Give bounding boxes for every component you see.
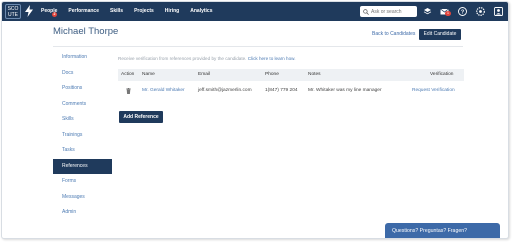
nav-item-label: Performance — [68, 8, 99, 14]
app-window: SCO UTE People 2 Performance Skills Proj… — [1, 1, 509, 239]
reference-phone: 1(847) 779 204 — [265, 88, 298, 93]
nav-item-projects[interactable]: Projects — [134, 2, 154, 21]
nav-item-analytics[interactable]: Analytics — [190, 2, 212, 21]
sidebar-item-admin[interactable]: Admin — [53, 205, 112, 221]
search-input[interactable] — [371, 8, 416, 15]
nav-item-performance[interactable]: Performance — [68, 2, 99, 21]
reference-email: jeff.smith@jazmerlin.com — [198, 88, 252, 93]
people-count-badge: 2 — [52, 12, 57, 17]
header-divider — [53, 46, 463, 47]
sidebar-item-references[interactable]: References — [53, 158, 112, 174]
learn-how-link[interactable]: Click here to learn how. — [248, 56, 296, 61]
sidebar-item-comments[interactable]: Comments — [53, 97, 112, 113]
svg-text:?: ? — [461, 9, 465, 15]
main-nav: People 2 Performance Skills Projects Hir… — [41, 2, 223, 21]
references-table-header: Action Name Email Phone Notes Verificati… — [118, 69, 464, 81]
nav-item-people[interactable]: People 2 — [41, 2, 57, 21]
top-navigation-bar: SCO UTE People 2 Performance Skills Proj… — [2, 2, 508, 21]
add-reference-button[interactable]: Add Reference — [119, 111, 163, 123]
support-chat-tab[interactable]: Questions? Preguntas? Fragen? — [385, 223, 500, 238]
app-logo[interactable]: SCO UTE — [5, 4, 21, 19]
sidebar-item-information[interactable]: Information — [53, 50, 112, 66]
nav-item-skills[interactable]: Skills — [110, 2, 123, 21]
references-info-text: Receive verification from references pro… — [118, 56, 295, 61]
nav-item-label: Skills — [109, 8, 124, 14]
info-text: Receive verification from references pro… — [118, 56, 248, 61]
nav-item-hiring[interactable]: Hiring — [165, 2, 179, 21]
column-header-verification: Verification — [430, 72, 454, 77]
trash-icon[interactable] — [126, 88, 131, 94]
sidebar-item-messages[interactable]: Messages — [53, 190, 112, 206]
sidebar-item-docs[interactable]: Docs — [53, 66, 112, 82]
nav-item-label: Analytics — [190, 8, 213, 14]
back-to-candidates-link[interactable]: Back to Candidates — [372, 31, 415, 37]
mail-count-badge: 1 — [445, 11, 451, 16]
column-header-action: Action — [121, 72, 135, 77]
sidebar-item-forms[interactable]: Forms — [53, 174, 112, 190]
column-header-email: Email — [198, 72, 210, 77]
user-profile-icon[interactable] — [493, 6, 504, 17]
search-icon — [363, 8, 369, 15]
sidebar-item-skills[interactable]: Skills — [53, 112, 112, 128]
sidebar-item-tasks[interactable]: Tasks — [53, 143, 112, 159]
search-box[interactable] — [360, 6, 417, 17]
layers-icon[interactable] — [422, 6, 433, 17]
settings-icon[interactable] — [475, 6, 486, 17]
reference-name-link[interactable]: Mr. Gerald Whitaker — [142, 85, 185, 97]
request-verification-link[interactable]: Request Verification — [412, 85, 455, 97]
sidebar-item-positions[interactable]: Positions — [53, 81, 112, 97]
column-header-phone: Phone — [265, 72, 279, 77]
nav-item-label: Hiring — [164, 8, 180, 14]
help-icon[interactable]: ? — [457, 6, 468, 17]
reference-notes: Mr. Whitaker was my line manager — [308, 88, 382, 93]
edit-candidate-button[interactable]: Edit Candidate — [419, 29, 461, 40]
table-row: Mr. Gerald Whitaker jeff.smith@jazmerlin… — [118, 85, 464, 97]
nav-item-label: Projects — [134, 8, 154, 14]
candidate-sidebar: Information Docs Positions Comments Skil… — [53, 50, 112, 221]
column-header-notes: Notes — [308, 72, 321, 77]
page-title: Michael Thorpe — [53, 26, 119, 37]
sidebar-item-trainings[interactable]: Trainings — [53, 128, 112, 144]
lightning-bolt-icon[interactable] — [24, 5, 34, 17]
logo-text: SCO UTE — [7, 6, 19, 18]
column-header-name: Name — [142, 72, 155, 77]
